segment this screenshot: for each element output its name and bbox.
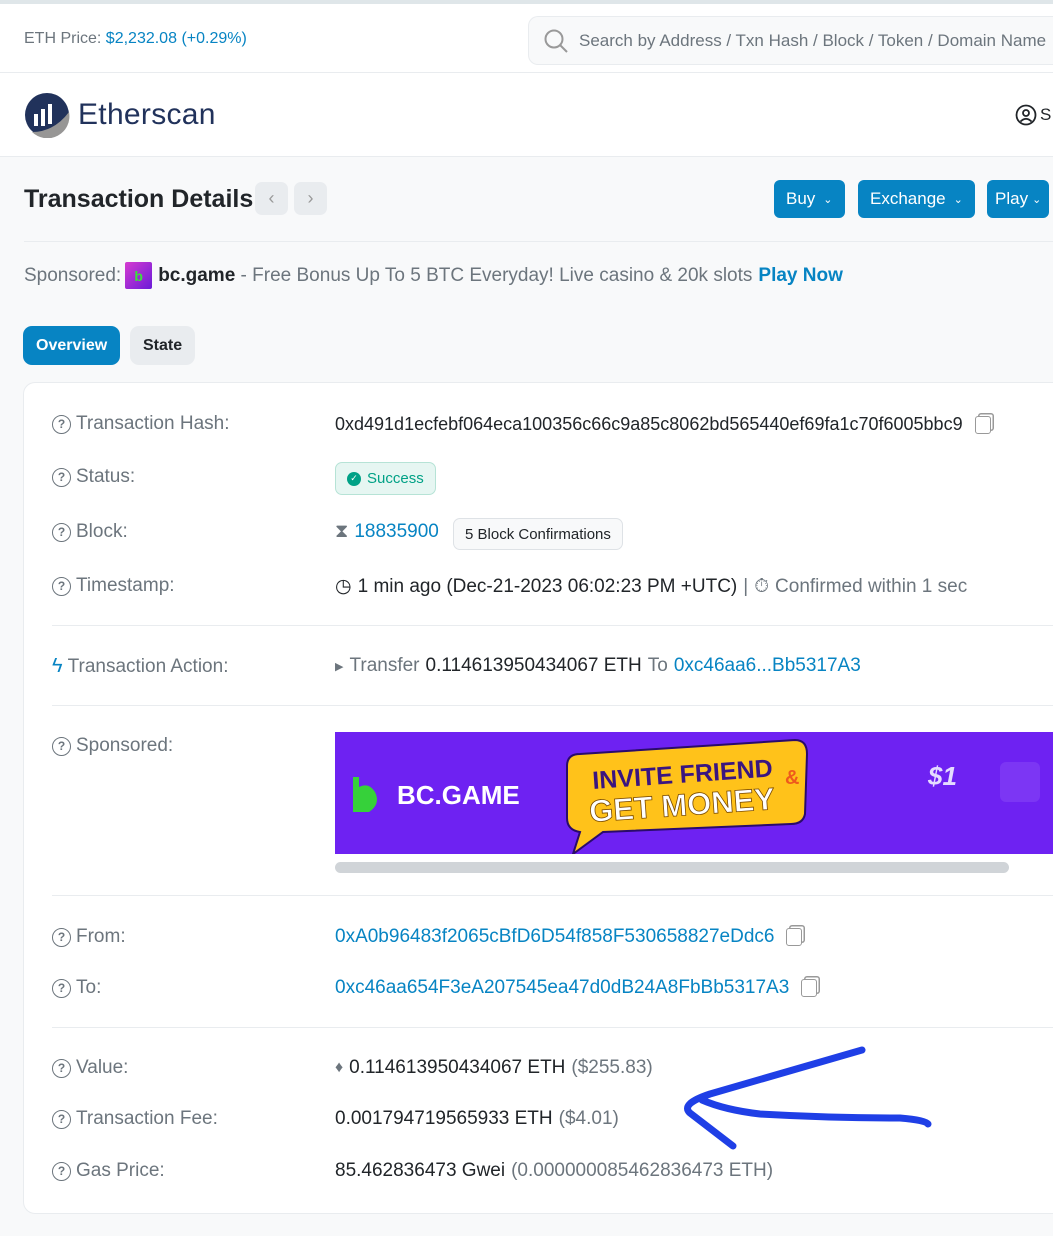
tab-overview[interactable]: Overview bbox=[23, 326, 121, 365]
hourglass-icon: ⧗ bbox=[335, 521, 349, 542]
search-input[interactable]: Search by Address / Txn Hash / Block / T… bbox=[528, 16, 1053, 65]
timestamp-value: ◷ 1 min ago (Dec-21-2023 06:02:23 PM +UTC… bbox=[335, 575, 968, 598]
site-header: Etherscan S bbox=[0, 73, 1053, 157]
to-label: ? To: bbox=[52, 977, 101, 999]
help-icon[interactable]: ? bbox=[52, 576, 71, 596]
clock-icon: ◷ bbox=[335, 576, 352, 597]
from-value: 0xA0b96483f2065cBfD6D54f858F530658827eDd… bbox=[335, 926, 803, 948]
action-to-link[interactable]: 0xc46aa6...Bb5317A3 bbox=[674, 655, 861, 677]
help-icon[interactable]: ? bbox=[52, 414, 71, 434]
help-icon[interactable]: ? bbox=[52, 467, 71, 487]
user-menu[interactable]: S bbox=[1015, 104, 1051, 126]
etherscan-logo-icon bbox=[25, 93, 70, 138]
from-address-link[interactable]: 0xA0b96483f2065cBfD6D54f858F530658827eDd… bbox=[335, 926, 774, 948]
chevron-right-icon: › bbox=[307, 188, 314, 208]
status-badge: ✓ Success bbox=[335, 462, 436, 495]
copy-icon[interactable] bbox=[786, 928, 803, 946]
divider bbox=[24, 241, 1053, 242]
help-icon[interactable]: ? bbox=[52, 1161, 71, 1181]
svg-text:BC.GAME: BC.GAME bbox=[397, 780, 520, 810]
divider bbox=[52, 895, 1053, 896]
svg-text:$1: $1 bbox=[927, 761, 957, 791]
bc-game-logo-icon: b bbox=[125, 262, 153, 289]
buy-button[interactable]: Buy ⌄ bbox=[774, 180, 845, 218]
eth-price: ETH Price: $2,232.08 (+0.29%) bbox=[24, 30, 247, 47]
to-value: 0xc46aa654F3eA207545ea47d0dB24A8FbBb5317… bbox=[335, 977, 818, 999]
search-placeholder: Search by Address / Txn Hash / Block / T… bbox=[579, 30, 1047, 50]
to-address-link[interactable]: 0xc46aa654F3eA207545ea47d0dB24A8FbBb5317… bbox=[335, 977, 789, 999]
tab-state[interactable]: State bbox=[130, 326, 196, 365]
sponsored-banner-text: Sponsored: b bc.game - Free Bonus Up To … bbox=[24, 262, 843, 289]
page-title: Transaction Details bbox=[24, 185, 254, 213]
user-icon bbox=[1015, 104, 1037, 126]
sponsor-link[interactable]: bc.game bbox=[158, 265, 235, 287]
check-circle-icon: ✓ bbox=[347, 471, 361, 486]
ethereum-icon: ♦ bbox=[335, 1059, 344, 1076]
help-icon[interactable]: ? bbox=[52, 927, 71, 947]
caret-right-icon: ▶ bbox=[335, 660, 344, 673]
play-now-link[interactable]: Play Now bbox=[758, 265, 842, 287]
from-label: ? From: bbox=[52, 926, 126, 948]
status-label: ? Status: bbox=[52, 466, 135, 488]
action-label: ϟ Transaction Action: bbox=[52, 655, 229, 677]
timestamp-label: ? Timestamp: bbox=[52, 575, 175, 597]
copy-icon[interactable] bbox=[974, 415, 991, 434]
divider bbox=[52, 625, 1053, 626]
sponsored-label: ? Sponsored: bbox=[52, 735, 173, 757]
banner-scrollbar[interactable] bbox=[335, 862, 1009, 873]
copy-icon[interactable] bbox=[801, 979, 818, 997]
eth-price-value: $2,232.08 bbox=[105, 30, 177, 47]
svg-text:&: & bbox=[785, 767, 799, 789]
block-value: ⧗ 18835900 bbox=[335, 521, 439, 543]
help-icon[interactable]: ? bbox=[52, 1058, 71, 1078]
transaction-action: ▶ Transfer 0.114613950434067 ETH To 0xc46aa6… bbox=[335, 655, 861, 677]
eth-price-change: (+0.29%) bbox=[181, 30, 247, 47]
hash-label: ? Transaction Hash: bbox=[52, 413, 229, 435]
transaction-hash: 0xd491d1ecfebf064eca100356c66c9a85c8062b… bbox=[335, 414, 991, 435]
search-icon bbox=[544, 29, 568, 53]
bc-game-ad-banner[interactable]: INVITE FRIEND & GET MONEY BC.GAME $1 bbox=[335, 732, 1053, 854]
value-label: ? Value: bbox=[52, 1057, 128, 1079]
divider bbox=[52, 1027, 1053, 1028]
etherscan-logo[interactable]: Etherscan bbox=[24, 92, 216, 138]
block-link[interactable]: 18835900 bbox=[354, 521, 439, 543]
chevron-left-icon: ‹ bbox=[268, 188, 275, 208]
next-txn-button[interactable]: › bbox=[294, 182, 327, 215]
banner-art: INVITE FRIEND & GET MONEY BC.GAME $1 bbox=[335, 732, 1053, 854]
block-confirmations-badge: 5 Block Confirmations bbox=[453, 518, 623, 550]
lightning-icon: ϟ bbox=[52, 655, 63, 677]
help-icon[interactable]: ? bbox=[52, 522, 71, 542]
help-icon[interactable]: ? bbox=[52, 978, 71, 998]
divider bbox=[52, 705, 1053, 706]
chevron-down-icon: ⌄ bbox=[953, 193, 963, 206]
value-amount: ♦ 0.114613950434067 ETH ($255.83) bbox=[335, 1057, 653, 1078]
chevron-down-icon: ⌄ bbox=[1032, 193, 1042, 206]
chevron-down-icon: ⌄ bbox=[823, 193, 833, 206]
block-label: ? Block: bbox=[52, 521, 128, 543]
fee-amount: 0.001794719565933 ETH ($4.01) bbox=[335, 1108, 619, 1129]
help-icon[interactable]: ? bbox=[52, 736, 71, 756]
exchange-button[interactable]: Exchange ⌄ bbox=[858, 180, 975, 218]
stopwatch-icon: ⏱ bbox=[754, 575, 770, 597]
help-icon[interactable]: ? bbox=[52, 1109, 71, 1129]
play-button[interactable]: Play ⌄ bbox=[987, 180, 1050, 218]
gas-price: 85.462836473 Gwei (0.000000085462836473 E… bbox=[335, 1160, 774, 1181]
top-bar: ETH Price: $2,232.08 (+0.29%) Search by … bbox=[0, 0, 1053, 73]
user-label: S bbox=[1040, 105, 1052, 124]
gas-label: ? Gas Price: bbox=[52, 1160, 165, 1182]
prev-txn-button[interactable]: ‹ bbox=[255, 182, 288, 215]
fee-label: ? Transaction Fee: bbox=[52, 1108, 218, 1130]
